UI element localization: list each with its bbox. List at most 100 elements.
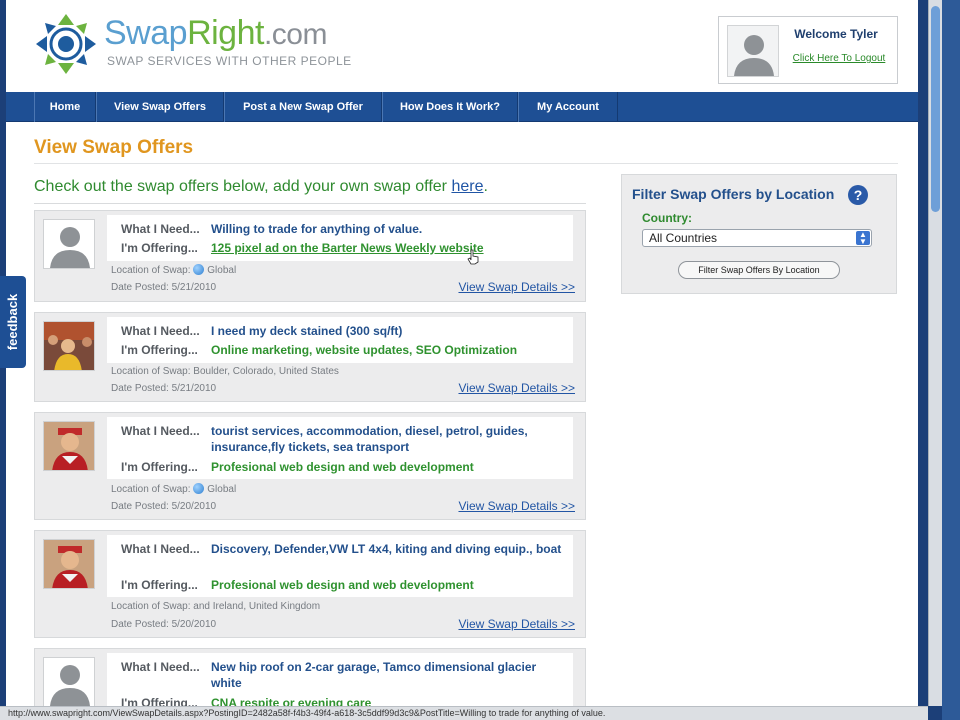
intro-text-end: . — [483, 178, 488, 195]
offering-row: I'm Offering... Profesional web design a… — [107, 577, 573, 593]
globe-icon — [193, 264, 205, 275]
offer-avatar — [43, 657, 95, 706]
offer-avatar — [43, 421, 95, 471]
need-row: What I Need... New hip roof on 2-car gar… — [107, 659, 573, 691]
view-details-link[interactable]: View Swap Details >> — [458, 499, 575, 513]
need-label: What I Need... — [121, 660, 200, 674]
country-select-value: All Countries — [649, 231, 718, 245]
nav-post-swap-offer[interactable]: Post a New Swap Offer — [224, 92, 382, 122]
offer-card: What I Need... I need my deck stained (3… — [34, 312, 586, 402]
date-label: Date Posted: — [111, 282, 169, 293]
vertical-scrollbar[interactable] — [928, 0, 942, 706]
offer-card: What I Need... New hip roof on 2-car gar… — [34, 648, 586, 706]
location-line: Location of Swap: and Ireland, United Ki… — [111, 601, 320, 612]
need-label: What I Need... — [121, 324, 200, 338]
view-details-link[interactable]: View Swap Details >> — [458, 617, 575, 631]
location-line: Location of Swap: Global — [111, 264, 236, 276]
globe-icon — [193, 483, 205, 494]
offering-label: I'm Offering... — [121, 460, 198, 474]
date-value: 5/20/2010 — [171, 619, 217, 630]
avatar-silhouette-icon — [50, 665, 90, 706]
need-row: What I Need... tourist services, accommo… — [107, 423, 573, 455]
offer-panel: What I Need... New hip roof on 2-car gar… — [107, 653, 573, 706]
location-label: Location of Swap: — [111, 484, 191, 495]
nav-how-it-works[interactable]: How Does It Work? — [382, 92, 518, 122]
country-select[interactable]: All Countries ▲ ▼ — [642, 229, 872, 247]
main-nav: Home View Swap Offers Post a New Swap Of… — [6, 92, 918, 122]
location-label: Location of Swap: — [111, 366, 191, 377]
offering-row: I'm Offering... Online marketing, websit… — [107, 342, 573, 358]
logout-link[interactable]: Click Here To Logout — [779, 53, 899, 64]
offer-avatar — [43, 321, 95, 371]
offering-label: I'm Offering... — [121, 343, 198, 357]
offer-panel: What I Need... Discovery, Defender,VW LT… — [107, 535, 573, 597]
add-offer-link[interactable]: here — [451, 178, 483, 195]
location-label: Location of Swap: — [111, 601, 191, 612]
offer-card: What I Need... Willing to trade for anyt… — [34, 210, 586, 302]
need-row: What I Need... Willing to trade for anyt… — [107, 221, 573, 237]
offer-avatar — [43, 539, 95, 589]
view-details-link[interactable]: View Swap Details >> — [458, 280, 575, 294]
swapright-logo-icon[interactable] — [34, 12, 98, 76]
offer-card: What I Need... Discovery, Defender,VW LT… — [34, 530, 586, 638]
avatar-silhouette-icon — [50, 227, 90, 268]
filter-panel: Filter Swap Offers by Location ? Country… — [621, 174, 897, 294]
date-label: Date Posted: — [111, 383, 169, 394]
scrollbar-thumb[interactable] — [931, 6, 940, 212]
feedback-tab[interactable]: feedback — [0, 276, 26, 368]
view-details-link[interactable]: View Swap Details >> — [458, 381, 575, 395]
intro-text-main: Check out the swap offers below, add you… — [34, 178, 452, 195]
filter-button[interactable]: Filter Swap Offers By Location — [678, 261, 840, 279]
date-line: Date Posted: 5/20/2010 — [111, 619, 216, 630]
country-label: Country: — [642, 211, 692, 225]
intro-divider — [34, 203, 586, 204]
filter-title: Filter Swap Offers by Location — [632, 186, 835, 202]
logo-com: .com — [263, 18, 328, 51]
location-line: Location of Swap: Boulder, Colorado, Uni… — [111, 366, 339, 377]
offering-label: I'm Offering... — [121, 578, 198, 592]
welcome-box: Welcome Tyler Click Here To Logout — [718, 16, 898, 84]
offering-value[interactable]: 125 pixel ad on the Barter News Weekly w… — [211, 240, 567, 256]
location-value: Global — [207, 484, 237, 495]
offering-value: Profesional web design and web developme… — [211, 578, 474, 592]
avatar-silhouette-icon — [734, 35, 774, 76]
nav-view-swap-offers[interactable]: View Swap Offers — [96, 92, 224, 122]
title-divider — [34, 163, 898, 164]
select-arrows-icon: ▲ ▼ — [856, 231, 870, 246]
browser-status-bar: http://www.swapright.com/ViewSwapDetails… — [0, 706, 928, 720]
need-value: New hip roof on 2-car garage, Tamco dime… — [211, 660, 537, 690]
need-value: tourist services, accommodation, diesel,… — [211, 424, 528, 454]
help-icon[interactable]: ? — [848, 185, 868, 205]
offer-panel: What I Need... I need my deck stained (3… — [107, 317, 573, 363]
feedback-label: feedback — [5, 293, 20, 351]
need-label: What I Need... — [121, 424, 200, 438]
site-logo-text[interactable]: SwapRight.com — [104, 14, 327, 53]
need-row: What I Need... I need my deck stained (3… — [107, 323, 573, 339]
need-value: Discovery, Defender,VW LT 4x4, kiting an… — [211, 542, 562, 556]
location-line: Location of Swap: Global — [111, 483, 236, 495]
person-photo-icon — [44, 540, 94, 588]
offer-avatar — [43, 219, 95, 269]
date-label: Date Posted: — [111, 619, 169, 630]
welcome-text: Welcome Tyler — [794, 27, 878, 41]
page-title: View Swap Offers — [34, 137, 194, 158]
location-value: Global — [207, 265, 237, 276]
user-avatar — [727, 25, 779, 77]
need-value: Willing to trade for anything of value. — [211, 222, 423, 236]
logo-right: Right — [187, 14, 264, 52]
offering-row: I'm Offering... CNA respite or evening c… — [107, 695, 573, 706]
browser-page: SwapRight.com SWAP SERVICES WITH OTHER P… — [6, 0, 918, 706]
nav-home[interactable]: Home — [34, 92, 96, 122]
location-label: Location of Swap: — [111, 265, 191, 276]
offer-panel: What I Need... Willing to trade for anyt… — [107, 215, 573, 261]
need-label: What I Need... — [121, 542, 200, 556]
date-line: Date Posted: 5/20/2010 — [111, 501, 216, 512]
date-line: Date Posted: 5/21/2010 — [111, 383, 216, 394]
nav-my-account[interactable]: My Account — [518, 92, 618, 122]
intro-text: Check out the swap offers below, add you… — [34, 178, 488, 196]
offering-row: I'm Offering... Profesional web design a… — [107, 459, 573, 475]
offering-label: I'm Offering... — [121, 241, 198, 255]
logo-swap: Swap — [104, 14, 188, 52]
date-value: 5/20/2010 — [171, 501, 217, 512]
offer-card: What I Need... tourist services, accommo… — [34, 412, 586, 520]
